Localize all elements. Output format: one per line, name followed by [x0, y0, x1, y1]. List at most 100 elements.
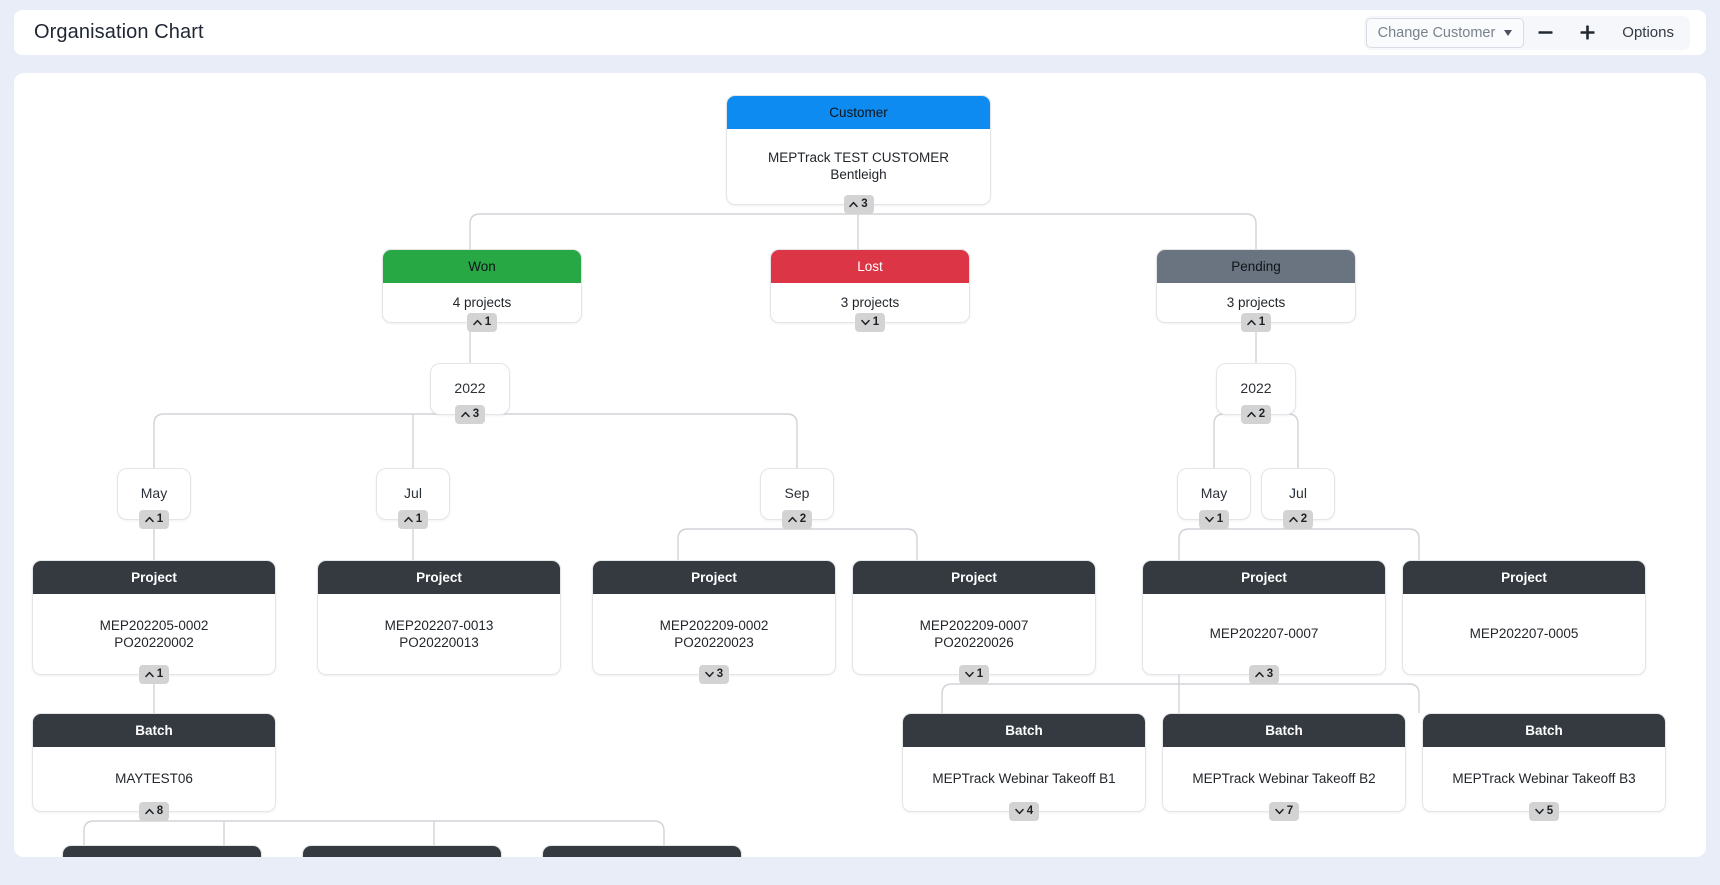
chevron-down-icon — [1015, 808, 1024, 815]
badge-count: 7 — [1287, 806, 1293, 818]
node-project-mep202207-0007[interactable]: Project MEP202207-0007 3 — [1142, 560, 1386, 675]
node-project-mep202207-0005[interactable]: Project MEP202207-0005 — [1402, 560, 1646, 675]
node-header: Pending — [1157, 250, 1355, 283]
chevron-up-icon — [849, 201, 858, 208]
badge-count: 8 — [157, 806, 163, 818]
chevron-down-icon — [1205, 516, 1214, 523]
node-pending-month-jul[interactable]: Jul 2 — [1261, 468, 1335, 520]
badge-count: 3 — [717, 669, 723, 681]
badge-count: 4 — [1027, 806, 1033, 818]
toggle-badge-lost[interactable]: 1 — [855, 313, 885, 332]
org-chart-layer: Customer MEPTrack TEST CUSTOMER Bentleig… — [14, 73, 1706, 857]
node-batch-maytest06[interactable]: Batch MAYTEST06 8 — [32, 713, 276, 812]
node-project-mep202209-0002[interactable]: Project MEP202209-0002 PO20220023 3 — [592, 560, 836, 675]
node-header: Project — [1143, 561, 1385, 594]
node-clipped-bottom-2[interactable] — [302, 845, 502, 857]
node-customer[interactable]: Customer MEPTrack TEST CUSTOMER Bentleig… — [726, 95, 991, 205]
toggle-badge-pending-may[interactable]: 1 — [1199, 510, 1229, 529]
toggle-badge-won-jul[interactable]: 1 — [398, 510, 428, 529]
toggle-badge-pending-2022[interactable]: 2 — [1241, 405, 1271, 424]
chevron-up-icon — [788, 516, 797, 523]
toggle-badge-won-may[interactable]: 1 — [139, 510, 169, 529]
toggle-badge-pending-jul[interactable]: 2 — [1283, 510, 1313, 529]
node-header — [303, 846, 501, 857]
node-project-mep202207-0013[interactable]: Project MEP202207-0013 PO20220013 — [317, 560, 561, 675]
node-header: Lost — [771, 250, 969, 283]
toggle-badge-pending[interactable]: 1 — [1241, 313, 1271, 332]
change-customer-label: Change Customer — [1378, 25, 1496, 41]
badge-count: 1 — [1217, 514, 1223, 526]
node-clipped-bottom-3[interactable] — [542, 845, 742, 857]
node-header: Project — [853, 561, 1095, 594]
badge-count: 5 — [1547, 806, 1553, 818]
node-clipped-bottom-1[interactable] — [62, 845, 262, 857]
toggle-badge-project-0007[interactable]: 3 — [1249, 665, 1279, 684]
chevron-up-icon — [461, 411, 470, 418]
node-project-mep202209-0007[interactable]: Project MEP202209-0007 PO20220026 1 — [852, 560, 1096, 675]
node-body: MEP202207-0007 — [1143, 594, 1385, 675]
toggle-badge-batch-b1[interactable]: 4 — [1009, 802, 1039, 821]
node-lost[interactable]: Lost 3 projects 1 — [770, 249, 970, 323]
chevron-up-icon — [145, 808, 154, 815]
chevron-down-icon — [965, 671, 974, 678]
change-customer-dropdown[interactable]: Change Customer — [1366, 18, 1525, 48]
badge-count: 2 — [1259, 409, 1265, 421]
node-pending-month-may[interactable]: May 1 — [1177, 468, 1251, 520]
node-body: MEP202209-0002 PO20220023 — [593, 594, 835, 675]
options-label: Options — [1622, 24, 1674, 41]
chevron-up-icon — [1247, 411, 1256, 418]
badge-count: 3 — [861, 199, 867, 211]
node-won-year-2022[interactable]: 2022 3 — [430, 363, 510, 415]
toggle-badge-project-0026[interactable]: 1 — [959, 665, 989, 684]
node-batch-b2[interactable]: Batch MEPTrack Webinar Takeoff B2 7 — [1162, 713, 1406, 812]
zoom-out-button[interactable] — [1524, 17, 1566, 49]
node-won-month-jul[interactable]: Jul 1 — [376, 468, 450, 520]
page-title: Organisation Chart — [34, 21, 204, 44]
node-header: Batch — [1163, 714, 1405, 747]
node-header: Project — [593, 561, 835, 594]
toggle-badge-batch-maytest06[interactable]: 8 — [139, 802, 169, 821]
toggle-badge-won[interactable]: 1 — [467, 313, 497, 332]
node-batch-b3[interactable]: Batch MEPTrack Webinar Takeoff B3 5 — [1422, 713, 1666, 812]
options-button[interactable]: Options — [1608, 17, 1688, 49]
node-header: Batch — [903, 714, 1145, 747]
node-header: Project — [1403, 561, 1645, 594]
badge-count: 1 — [485, 317, 491, 329]
node-won-month-may[interactable]: May 1 — [117, 468, 191, 520]
node-header: Project — [33, 561, 275, 594]
header-controls: Change Customer Options — [1364, 16, 1690, 50]
badge-count: 1 — [157, 514, 163, 526]
toggle-badge-batch-b2[interactable]: 7 — [1269, 802, 1299, 821]
toggle-badge-customer[interactable]: 3 — [844, 195, 874, 214]
chevron-down-icon — [1535, 808, 1544, 815]
chevron-down-icon — [861, 319, 870, 326]
org-chart-canvas[interactable]: Customer MEPTrack TEST CUSTOMER Bentleig… — [14, 73, 1706, 857]
node-won-month-sep[interactable]: Sep 2 — [760, 468, 834, 520]
badge-count: 1 — [977, 669, 983, 681]
zoom-in-button[interactable] — [1566, 17, 1608, 49]
toggle-badge-project-0002[interactable]: 1 — [139, 665, 169, 684]
node-header: Project — [318, 561, 560, 594]
chevron-up-icon — [145, 671, 154, 678]
chevron-up-icon — [145, 516, 154, 523]
node-pending[interactable]: Pending 3 projects 1 — [1156, 249, 1356, 323]
minus-icon — [1537, 24, 1554, 41]
chevron-down-icon — [1275, 808, 1284, 815]
node-header: Batch — [33, 714, 275, 747]
toggle-badge-won-sep[interactable]: 2 — [782, 510, 812, 529]
chevron-up-icon — [473, 319, 482, 326]
node-header — [63, 846, 261, 857]
node-won[interactable]: Won 4 projects 1 — [382, 249, 582, 323]
toggle-badge-batch-b3[interactable]: 5 — [1529, 802, 1559, 821]
node-pending-year-2022[interactable]: 2022 2 — [1216, 363, 1296, 415]
badge-count: 3 — [1267, 669, 1273, 681]
node-header: Customer — [727, 96, 990, 129]
node-body: MEP202207-0013 PO20220013 — [318, 594, 560, 675]
toggle-badge-won-2022[interactable]: 3 — [455, 405, 485, 424]
node-body: MEP202207-0005 — [1403, 594, 1645, 675]
node-project-mep202205-0002[interactable]: Project MEP202205-0002 PO20220002 1 — [32, 560, 276, 675]
node-batch-b1[interactable]: Batch MEPTrack Webinar Takeoff B1 4 — [902, 713, 1146, 812]
chevron-down-icon — [705, 671, 714, 678]
node-header: Batch — [1423, 714, 1665, 747]
toggle-badge-project-0023[interactable]: 3 — [699, 665, 729, 684]
